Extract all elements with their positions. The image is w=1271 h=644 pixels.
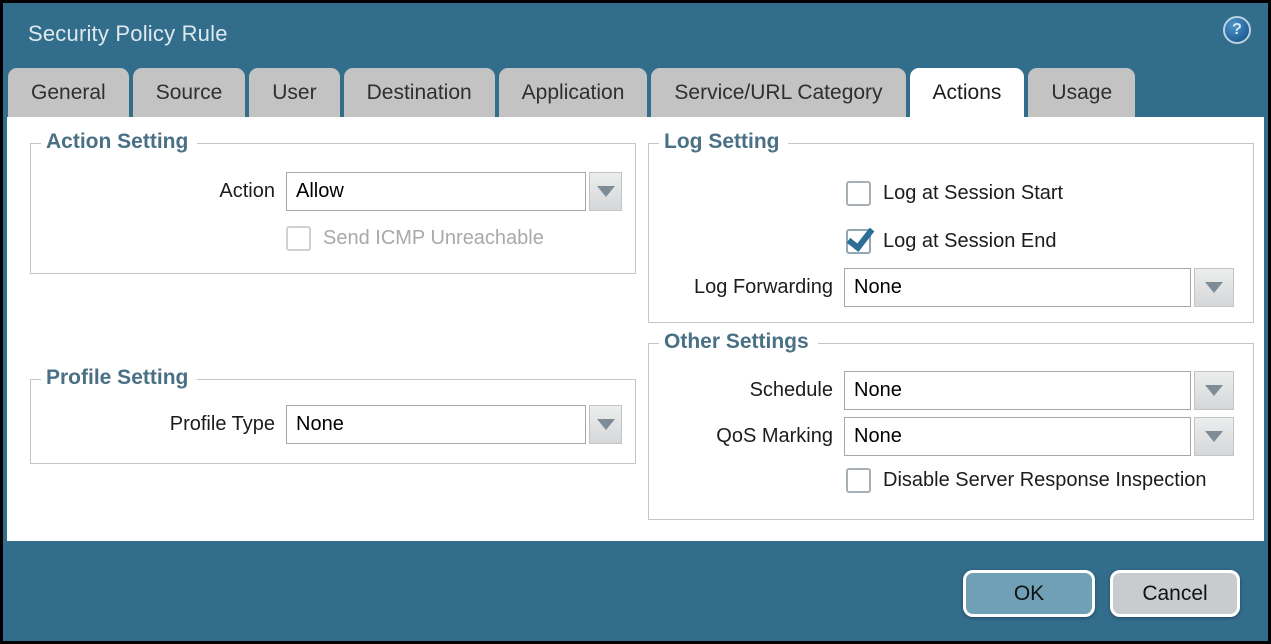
log-setting-legend: Log Setting: [659, 130, 788, 154]
tab-source[interactable]: Source: [133, 68, 246, 117]
log-forwarding-dropdown-button[interactable]: [1194, 268, 1234, 307]
log-forwarding-dropdown[interactable]: None: [844, 268, 1191, 307]
log-at-session-start-row[interactable]: Log at Session Start: [846, 181, 1063, 206]
send-icmp-unreachable-label: Send ICMP Unreachable: [323, 227, 544, 250]
profile-type-row: Profile Type None: [31, 405, 622, 444]
chevron-down-icon: [597, 419, 615, 430]
disable-server-response-inspection-checkbox[interactable]: [846, 468, 871, 493]
help-icon-glyph: ?: [1232, 21, 1242, 39]
other-settings-group: Other Settings Schedule None QoS Marking…: [648, 343, 1254, 520]
qos-marking-dropdown-button[interactable]: [1194, 417, 1234, 456]
qos-marking-label: QoS Marking: [649, 425, 844, 448]
action-setting-group: Action Setting Action Allow Send ICMP Un…: [30, 143, 636, 274]
tab-usage[interactable]: Usage: [1028, 68, 1135, 117]
ok-button[interactable]: OK: [963, 570, 1095, 617]
disable-server-response-inspection-label: Disable Server Response Inspection: [883, 469, 1207, 492]
action-dropdown-button[interactable]: [589, 172, 622, 211]
log-setting-group: Log Setting Log at Session Start Log at …: [648, 143, 1254, 323]
qos-marking-row: QoS Marking None: [649, 417, 1234, 456]
profile-type-dropdown[interactable]: None: [286, 405, 586, 444]
log-forwarding-label: Log Forwarding: [649, 276, 844, 299]
send-icmp-unreachable-checkbox: [286, 226, 311, 251]
action-setting-legend: Action Setting: [41, 130, 197, 154]
action-dropdown[interactable]: Allow: [286, 172, 586, 211]
chevron-down-icon: [597, 186, 615, 197]
tab-general[interactable]: General: [8, 68, 129, 117]
tab-actions[interactable]: Actions: [910, 68, 1025, 117]
schedule-label: Schedule: [649, 379, 844, 402]
log-at-session-end-label: Log at Session End: [883, 230, 1056, 253]
action-row: Action Allow: [31, 172, 622, 211]
help-icon[interactable]: ?: [1223, 16, 1251, 44]
log-at-session-end-checkbox[interactable]: [846, 229, 871, 254]
chevron-down-icon: [1205, 385, 1223, 396]
security-policy-rule-dialog: Security Policy Rule ? General Source Us…: [3, 3, 1268, 641]
schedule-dropdown-button[interactable]: [1194, 371, 1234, 410]
send-icmp-unreachable-row: Send ICMP Unreachable: [286, 226, 544, 251]
chevron-down-icon: [1205, 282, 1223, 293]
action-label: Action: [31, 180, 286, 203]
log-at-session-end-row[interactable]: Log at Session End: [846, 229, 1056, 254]
log-at-session-start-checkbox[interactable]: [846, 181, 871, 206]
dialog-title: Security Policy Rule: [28, 21, 228, 47]
qos-marking-dropdown[interactable]: None: [844, 417, 1191, 456]
tab-destination[interactable]: Destination: [344, 68, 495, 117]
tab-bar: General Source User Destination Applicat…: [8, 68, 1135, 117]
disable-server-response-inspection-row[interactable]: Disable Server Response Inspection: [846, 468, 1207, 493]
log-at-session-start-label: Log at Session Start: [883, 182, 1063, 205]
other-settings-legend: Other Settings: [659, 330, 818, 354]
tab-user[interactable]: User: [249, 68, 339, 117]
schedule-row: Schedule None: [649, 371, 1234, 410]
profile-setting-group: Profile Setting Profile Type None: [30, 379, 636, 464]
tab-application[interactable]: Application: [499, 68, 648, 117]
tab-service-url-category[interactable]: Service/URL Category: [651, 68, 905, 117]
profile-setting-legend: Profile Setting: [41, 366, 197, 390]
log-forwarding-row: Log Forwarding None: [649, 268, 1234, 307]
profile-type-label: Profile Type: [31, 413, 286, 436]
cancel-button[interactable]: Cancel: [1110, 570, 1240, 617]
content-panel: Action Setting Action Allow Send ICMP Un…: [7, 117, 1264, 541]
schedule-dropdown[interactable]: None: [844, 371, 1191, 410]
profile-type-dropdown-button[interactable]: [589, 405, 622, 444]
chevron-down-icon: [1205, 431, 1223, 442]
